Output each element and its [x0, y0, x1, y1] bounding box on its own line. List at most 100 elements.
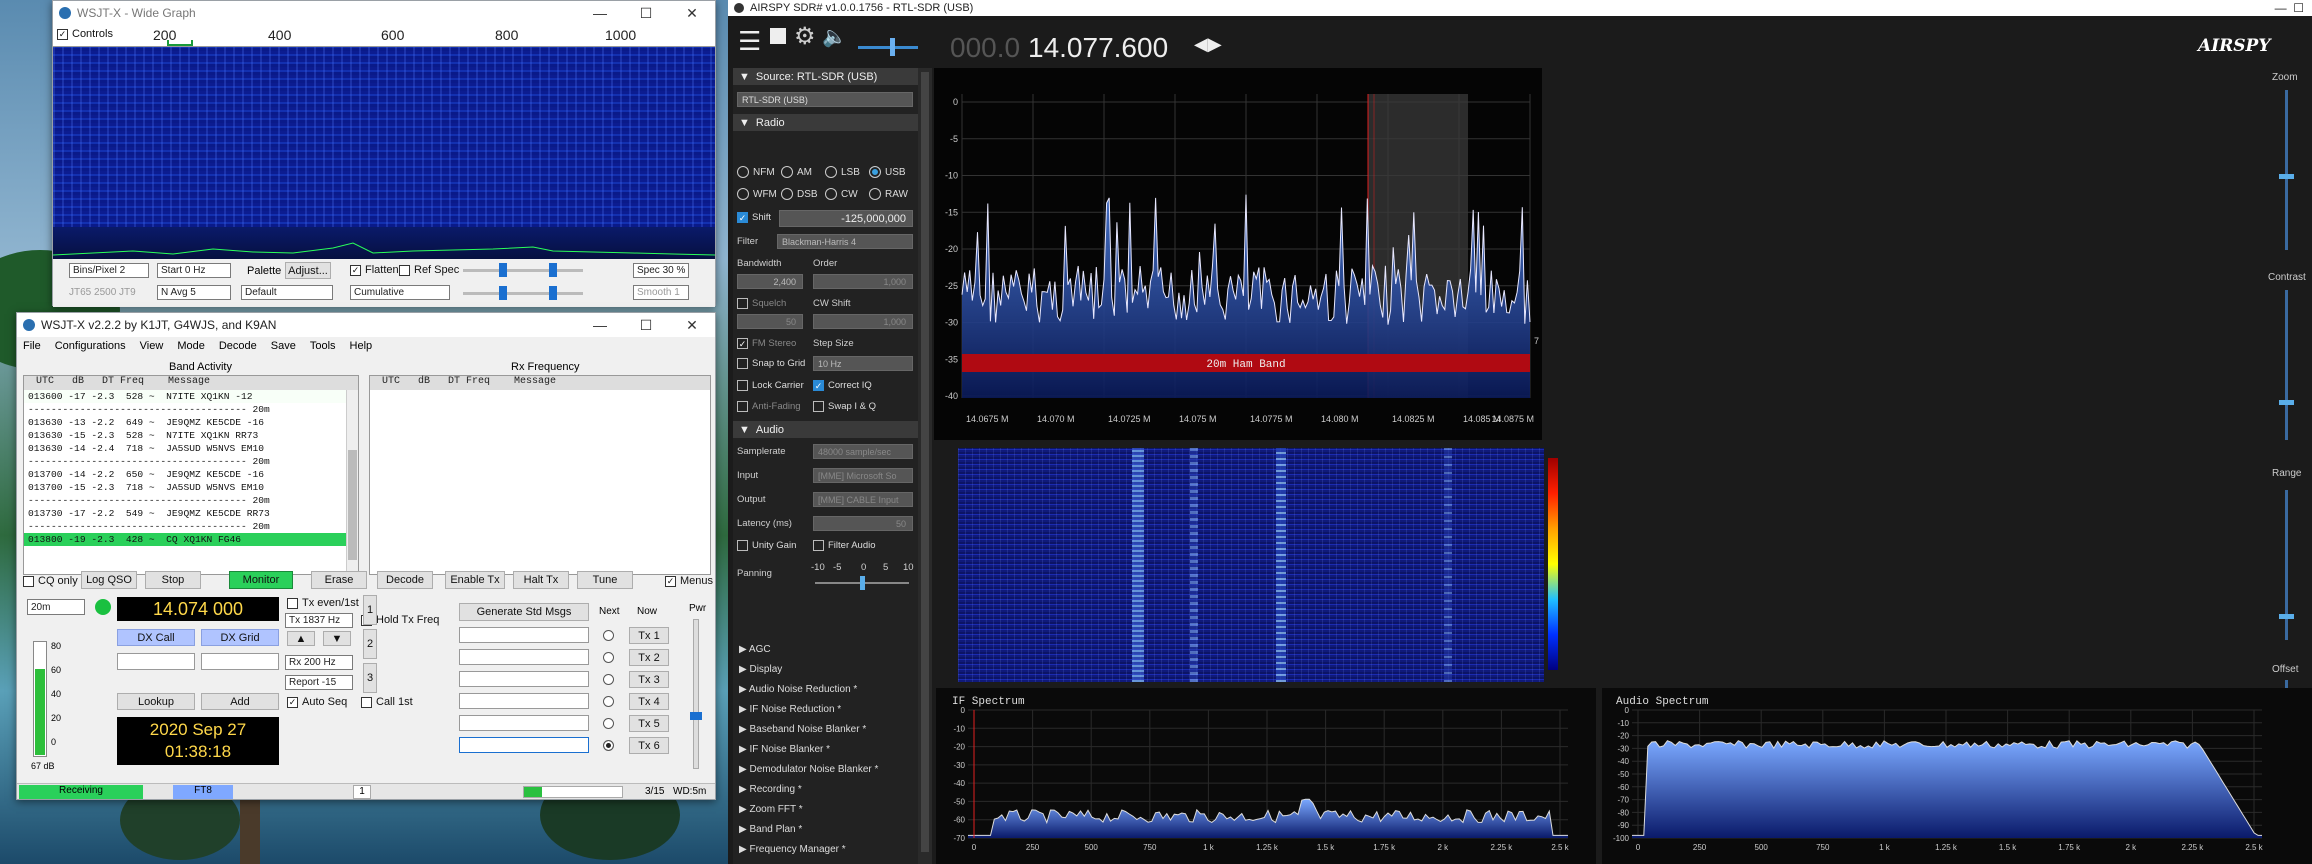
- samplerate-select[interactable]: 48000 sample/sec: [813, 444, 913, 459]
- lock-carrier-checkbox[interactable]: Lock Carrier: [737, 380, 804, 391]
- tx-hz-spinbox[interactable]: Tx 1837 Hz: [285, 613, 353, 628]
- correct-iq-checkbox[interactable]: ✓ Correct IQ: [813, 380, 872, 391]
- cumulative-select[interactable]: Cumulative: [350, 285, 450, 300]
- arrow-down-icon[interactable]: ▼: [323, 631, 351, 646]
- section-display[interactable]: ▶ Display: [739, 664, 782, 675]
- mode-radio-raw[interactable]: RAW: [869, 188, 908, 200]
- tx-next-radio[interactable]: [603, 718, 614, 729]
- tx-button[interactable]: Tx 5: [629, 715, 669, 732]
- sdr-waterfall[interactable]: [958, 448, 1544, 682]
- adjust-button[interactable]: Adjust...: [285, 262, 331, 279]
- tx-button[interactable]: Tx 3: [629, 671, 669, 688]
- decode-button[interactable]: Decode: [377, 571, 433, 589]
- tx-button[interactable]: Tx 6: [629, 737, 669, 754]
- decode-row[interactable]: 013600 -17 -2.3 528 ~ N7ITE XQ1KN -12: [24, 390, 358, 403]
- n-avg-spinbox[interactable]: N Avg 5: [157, 285, 231, 300]
- monitor-button[interactable]: Monitor: [229, 571, 293, 589]
- snap-to-grid-checkbox[interactable]: Snap to Grid: [737, 358, 805, 369]
- erase-button[interactable]: Erase: [311, 571, 367, 589]
- menu-decode[interactable]: Decode: [219, 340, 257, 352]
- mode-radio-cw[interactable]: CW: [825, 188, 858, 200]
- menu-save[interactable]: Save: [271, 340, 296, 352]
- dx-call-input[interactable]: [117, 653, 195, 670]
- volume-icon[interactable]: 🔈: [822, 24, 847, 49]
- spec-percent-spinbox[interactable]: Spec 30 %: [633, 263, 689, 278]
- range-slider[interactable]: [2279, 490, 2294, 640]
- zero-slider[interactable]: [463, 286, 583, 300]
- mode-radio-am[interactable]: AM: [781, 166, 812, 178]
- fm-stereo-checkbox[interactable]: ✓ FM Stereo: [737, 338, 796, 349]
- controls-checkbox[interactable]: ✓ Controls: [57, 28, 113, 40]
- add-button[interactable]: Add: [201, 693, 279, 710]
- tx-next-radio[interactable]: [603, 696, 614, 707]
- stop-button[interactable]: Stop: [145, 571, 201, 589]
- decode-row[interactable]: 013800 -19 -2.3 428 ~ CQ XQ1KN FG46: [24, 533, 358, 546]
- dx-call-button[interactable]: DX Call: [117, 629, 195, 646]
- latency-input[interactable]: 50: [813, 516, 913, 531]
- decode-row[interactable]: -------------------------------------- 2…: [24, 403, 358, 416]
- bins-pixel-spinbox[interactable]: Bins/Pixel 2: [69, 263, 149, 278]
- decode-row[interactable]: 013730 -17 -2.2 549 ~ JE9QMZ KE5CDE RR73: [24, 507, 358, 520]
- decode-row[interactable]: 013700 -14 -2.2 650 ~ JE9QMZ KE5CDE -16: [24, 468, 358, 481]
- tx-message-input[interactable]: [459, 715, 589, 731]
- menu-tools[interactable]: Tools: [310, 340, 336, 352]
- section-agc[interactable]: ▶ AGC: [739, 644, 771, 655]
- palette-select[interactable]: Default: [241, 285, 333, 300]
- mode-radio-lsb[interactable]: LSB: [825, 166, 860, 178]
- log-qso-button[interactable]: Log QSO: [81, 571, 137, 589]
- decode-row[interactable]: 013630 -13 -2.2 649 ~ JE9QMZ KE5CDE -16: [24, 416, 358, 429]
- halt-tx-button[interactable]: Halt Tx: [513, 571, 569, 589]
- panel-scrollbar[interactable]: [918, 68, 932, 864]
- anti-fading-checkbox[interactable]: Anti-Fading: [737, 401, 801, 412]
- menu-mode[interactable]: Mode: [177, 340, 205, 352]
- minimize-icon[interactable]: —: [577, 317, 623, 334]
- menu-file[interactable]: File: [23, 340, 41, 352]
- tx-next-radio[interactable]: [603, 652, 614, 663]
- section-baseband-noise-blanker[interactable]: ▶ Baseband Noise Blanker *: [739, 724, 866, 735]
- section-recording[interactable]: ▶ Recording *: [739, 784, 802, 795]
- tx-message-input[interactable]: [459, 671, 589, 687]
- hamburger-menu-icon[interactable]: ☰: [738, 26, 761, 57]
- tab-3[interactable]: 3: [363, 663, 377, 693]
- tx-next-radio[interactable]: [603, 740, 614, 751]
- menu-view[interactable]: View: [140, 340, 164, 352]
- volume-slider[interactable]: [858, 38, 918, 56]
- section-if-noise-blanker[interactable]: ▶ IF Noise Blanker *: [739, 744, 830, 755]
- mode-radio-usb[interactable]: USB: [869, 166, 906, 178]
- output-select[interactable]: [MME] CABLE Input: [813, 492, 913, 507]
- tx-button[interactable]: Tx 2: [629, 649, 669, 666]
- filter-audio-checkbox[interactable]: Filter Audio: [813, 540, 876, 551]
- stop-icon[interactable]: [770, 28, 786, 44]
- decode-row[interactable]: 013630 -15 -2.3 528 ~ N7ITE XQ1KN RR73: [24, 429, 358, 442]
- window-controls[interactable]: — ☐: [2275, 1, 2312, 15]
- source-header[interactable]: ▼ Source: RTL-SDR (USB): [733, 68, 918, 85]
- swap-iq-checkbox[interactable]: Swap I & Q: [813, 401, 876, 412]
- section-if-noise-reduction[interactable]: ▶ IF Noise Reduction *: [739, 704, 841, 715]
- report-spinbox[interactable]: Report -15: [285, 675, 353, 690]
- contrast-slider[interactable]: [2279, 290, 2294, 440]
- spectrum-analyzer[interactable]: 0 -5 -10 -15 -20 -25 -30 -35 -40 14.0675 M 14.070 …: [934, 68, 1542, 440]
- gain-slider[interactable]: [463, 263, 583, 277]
- tx-next-radio[interactable]: [603, 674, 614, 685]
- squelch-input[interactable]: 50: [737, 314, 803, 329]
- shift-input[interactable]: -125,000,000: [779, 210, 913, 227]
- radio-header[interactable]: ▼ Radio: [733, 114, 918, 131]
- cw-shift-input[interactable]: 1,000: [813, 314, 913, 329]
- tab-1[interactable]: 1: [363, 595, 377, 625]
- generate-std-msgs-button[interactable]: Generate Std Msgs: [459, 603, 589, 621]
- maximize-icon[interactable]: ☐: [623, 317, 669, 334]
- lookup-button[interactable]: Lookup: [117, 693, 195, 710]
- minimize-icon[interactable]: —: [577, 5, 623, 22]
- tune-button[interactable]: Tune: [577, 571, 633, 589]
- cq-only-checkbox[interactable]: CQ only: [23, 575, 78, 587]
- decode-row[interactable]: 013630 -14 -2.4 718 ~ JA5SUD W5NVS EM10: [24, 442, 358, 455]
- auto-seq-checkbox[interactable]: ✓ Auto Seq: [287, 696, 347, 708]
- mode-radio-nfm[interactable]: NFM: [737, 166, 775, 178]
- menus-checkbox[interactable]: ✓ Menus: [665, 575, 713, 587]
- source-select[interactable]: RTL-SDR (USB): [737, 92, 913, 107]
- unity-gain-checkbox[interactable]: Unity Gain: [737, 540, 796, 551]
- bandwidth-input[interactable]: 2,400: [737, 274, 803, 289]
- squelch-checkbox[interactable]: Squelch: [737, 298, 786, 309]
- dx-grid-button[interactable]: DX Grid: [201, 629, 279, 646]
- tuning-arrows-icon[interactable]: ◀▶: [1194, 34, 1222, 55]
